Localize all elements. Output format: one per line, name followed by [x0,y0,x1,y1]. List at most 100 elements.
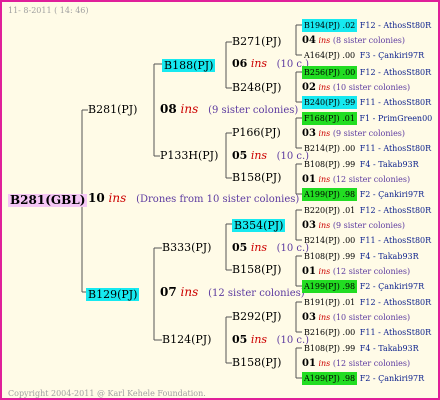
root-note: (Drones from 10 sister colonies) [136,194,300,205]
g5-row-mid: 01 ins (12 sister colonies) [302,357,410,370]
g5-row-top: B108(PJ) .99 F4 - Takab93R [302,250,419,263]
g5-2-top-src: F1 - PrimGreen00 [359,114,433,123]
g3-a-ins: ins [250,57,268,70]
g3-a-drone-row: 06 ins (10 c.) [232,57,309,71]
g5-2-top-name: F168(PJ) .01 [302,112,357,125]
g4-a2-name: B248(PJ) [232,81,282,94]
g5-0-bot-src: F3 - Çankiri97R [359,51,425,60]
g5-5-bot-src: F2 - Çankiri97R [359,282,425,291]
g5-2-mid-gen: 03 [302,128,316,139]
g5-6-mid-note: (10 sister colonies) [332,313,411,322]
g5-row-bot: A199(PJ) .98 F2 - Çankiri97R [302,372,424,385]
g3-d-name: B124(PJ) [162,333,212,346]
g5-row-bot: A164(PJ) .00 F3 - Çankiri97R [302,49,424,62]
root-ins: ins [108,191,127,205]
g2-bot-node: B129(PJ) [86,286,140,301]
g3-b-ins: ins [250,149,268,162]
g5-row-mid: 02 ins (10 sister colonies) [302,81,410,94]
g5-6-mid-gen: 03 [302,312,316,323]
g5-6-top-name: B191(PJ) .01 [304,298,356,307]
g5-row-top: B108(PJ) .99 F4 - Takab93R [302,158,419,171]
g5-0-top-name: B194(PJ) .02 [302,19,358,32]
g5-row-bot: A199(PJ) .98 F2 - Çankiri97R [302,280,424,293]
g5-row-mid: 01 ins (12 sister colonies) [302,265,410,278]
g3-d-drone-row: 05 ins (10 c.) [232,333,309,347]
g5-row-bot: B240(PJ) .99 F11 - AthosSt80R [302,96,431,109]
g3-c-name: B333(PJ) [162,241,212,254]
g5-row-top: B108(PJ) .99 F4 - Takab93R [302,342,419,355]
g5-row-top: B194(PJ) .02 F12 - AthosSt80R [302,19,431,32]
g2-bot-name: B129(PJ) [86,288,140,301]
g5-6-bot-src: F11 - AthosSt80R [359,328,432,337]
g5-1-mid-gen: 02 [302,82,316,93]
g3-a-name: B188(PJ) [162,59,216,72]
g5-0-mid-note: (8 sister colonies) [332,36,406,45]
g5-1-top-src: F12 - AthosSt80R [359,68,432,77]
pedigree-chart: 11- 8-2011 ( 14: 46) B281(GBL) 10 ins (D… [0,0,440,400]
g5-2-bot-name: B214(PJ) .00 [304,144,356,153]
g5-3-ins: ins [318,175,331,184]
g5-6-bot-name: B216(PJ) .00 [304,328,356,337]
root-gen: 10 [88,191,105,205]
g5-5-mid-note: (12 sister colonies) [332,267,411,276]
g3-d-gen: 05 [232,333,248,346]
g5-5-bot-name: A199(PJ) .98 [302,280,358,293]
g5-4-top-src: F12 - AthosSt80R [359,206,432,215]
g5-1-top-name: B256(PJ) .00 [302,66,358,79]
g5-1-bot-src: F11 - AthosSt80R [359,98,432,107]
g5-7-bot-name: A199(PJ) .98 [302,372,358,385]
g5-row-bot: B214(PJ) .00 F11 - AthosSt80R [302,234,431,247]
g5-3-mid-gen: 01 [302,174,316,185]
g5-5-mid-gen: 01 [302,266,316,277]
g5-row-mid: 01 ins (12 sister colonies) [302,173,410,186]
g4-a1-name: B271(PJ) [232,35,282,48]
g2-top-gen: 08 [160,102,177,116]
g5-row-bot: B216(PJ) .00 F11 - AthosSt80R [302,326,431,339]
g5-row-mid: 03 ins (9 sister colonies) [302,219,405,232]
g5-0-ins: ins [318,36,331,45]
g5-row-top: B220(PJ) .01 F12 - AthosSt80R [302,204,431,217]
g4-b2-name: B158(PJ) [232,171,282,184]
g5-6-top-src: F12 - AthosSt80R [359,298,432,307]
g5-1-mid-note: (10 sister colonies) [332,83,411,92]
g5-2-mid-note: (9 sister colonies) [332,129,406,138]
g5-7-mid-gen: 01 [302,358,316,369]
g5-row-top: B256(PJ) .00 F12 - AthosSt80R [302,66,431,79]
copyright: Copyright 2004-2011 @ Karl Kehele Founda… [8,389,206,398]
g5-row-top: B191(PJ) .01 F12 - AthosSt80R [302,296,431,309]
g5-5-top-name: B108(PJ) .99 [304,252,356,261]
g5-7-bot-src: F2 - Çankiri97R [359,374,425,383]
g3-b-name: P133H(PJ) [160,149,219,162]
g5-row-bot: A199(PJ) .98 F2 - Çankiri97R [302,188,424,201]
g5-4-ins: ins [318,221,331,230]
g2-top-note: (9 sister colonies) [208,105,299,116]
g5-3-bot-src: F2 - Çankiri97R [359,190,425,199]
root-name: B281(GBL) [8,193,88,207]
g5-3-mid-note: (12 sister colonies) [332,175,411,184]
g5-1-ins: ins [318,83,331,92]
g5-7-top-src: F4 - Takab93R [359,344,419,353]
g4-c2-name: B158(PJ) [232,263,282,276]
g2-bot-note: (12 sister colonies) [208,288,305,299]
g5-5-top-src: F4 - Takab93R [359,252,419,261]
g3-a-node: B188(PJ) [162,57,216,72]
g4-c1-node: B354(PJ) [232,217,286,232]
g5-7-ins: ins [318,359,331,368]
g2-bot-ins: ins [180,285,199,299]
g2-top-drone-row: 08 ins (9 sister colonies) [160,103,298,117]
g2-top-name: B281(PJ) [88,103,138,116]
g3-a-gen: 06 [232,57,248,70]
g5-0-top-src: F12 - AthosSt80R [359,21,432,30]
g5-2-bot-src: F11 - AthosSt80R [359,144,432,153]
g5-4-mid-note: (9 sister colonies) [332,221,406,230]
g5-row-bot: B214(PJ) .00 F11 - AthosSt80R [302,142,431,155]
g5-1-bot-name: B240(PJ) .99 [302,96,358,109]
g4-d1-name: B292(PJ) [232,310,282,323]
g5-3-bot-name: A199(PJ) .98 [302,188,358,201]
g3-b-drone-row: 05 ins (10 c.) [232,149,309,163]
g5-7-mid-note: (12 sister colonies) [332,359,411,368]
g5-row-mid: 04 ins (8 sister colonies) [302,34,405,47]
root-drone-row: 10 ins (Drones from 10 sister colonies) [88,192,299,206]
root-node: B281(GBL) [8,192,88,207]
g5-3-top-name: B108(PJ) .99 [304,160,356,169]
